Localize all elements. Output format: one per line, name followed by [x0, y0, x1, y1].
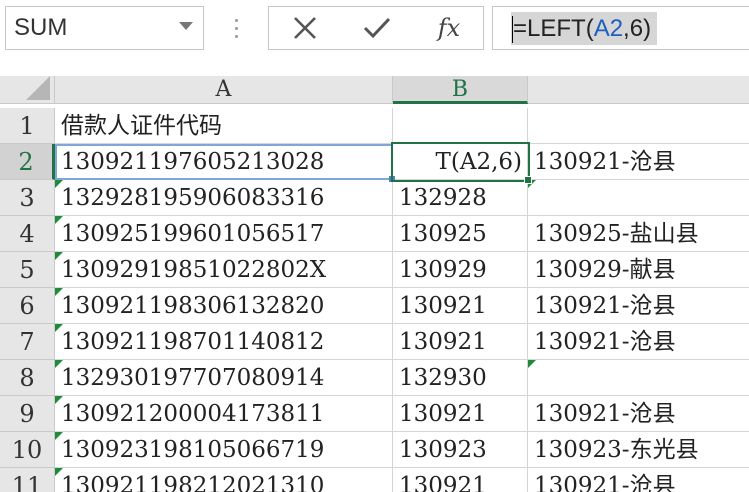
cell-b8[interactable]: 132930: [393, 360, 528, 396]
error-indicator: [55, 252, 63, 260]
cell-c10[interactable]: 130923-东光县: [528, 432, 749, 468]
error-indicator: [528, 360, 536, 368]
cell-reference: A2: [593, 15, 624, 42]
cell-c11[interactable]: 130921-沧县: [528, 468, 749, 492]
formula-buttons: fx: [268, 6, 484, 50]
row-header[interactable]: 5: [0, 252, 55, 288]
row-header[interactable]: 11: [0, 468, 55, 492]
spreadsheet-grid: A B 1 借款人证件代码 2 130921197605213028 13092…: [0, 58, 749, 492]
insert-function-button[interactable]: fx: [419, 7, 479, 49]
cancel-button[interactable]: [275, 7, 335, 49]
cell-b5[interactable]: 130929: [393, 252, 528, 288]
cell-c7[interactable]: 130921-沧县: [528, 324, 749, 360]
row-header[interactable]: 7: [0, 324, 55, 360]
error-indicator: [55, 396, 63, 404]
enter-button[interactable]: [347, 7, 407, 49]
cell-a8[interactable]: 132930197707080914: [55, 360, 393, 396]
cell-b6[interactable]: 130921: [393, 288, 528, 324]
cell-b3[interactable]: 132928: [393, 180, 528, 216]
cell-b1[interactable]: [393, 108, 528, 144]
check-icon: [363, 17, 391, 39]
cell-c5[interactable]: 130929-献县: [528, 252, 749, 288]
name-box-value: SUM: [14, 14, 68, 41]
select-all-button[interactable]: [0, 76, 55, 104]
cell-c2[interactable]: 130921-沧县: [528, 144, 749, 180]
row-header[interactable]: 8: [0, 360, 55, 396]
error-indicator: [55, 180, 63, 188]
close-icon: [294, 17, 316, 39]
cell-b4[interactable]: 130925: [393, 216, 528, 252]
column-header-b[interactable]: B: [393, 76, 528, 104]
cell-b7[interactable]: 130921: [393, 324, 528, 360]
cell-a11[interactable]: 130921198212021310: [55, 468, 393, 492]
more-options-icon[interactable]: [231, 14, 241, 44]
cell-a2[interactable]: 130921197605213028: [55, 144, 393, 180]
cell-b10[interactable]: 130923: [393, 432, 528, 468]
cell-a4[interactable]: 130925199601056517: [55, 216, 393, 252]
row-header[interactable]: 4: [0, 216, 55, 252]
error-indicator: [528, 180, 536, 188]
fx-icon: fx: [437, 14, 461, 42]
row-header[interactable]: 2: [0, 144, 55, 180]
row-header[interactable]: 10: [0, 432, 55, 468]
row-header[interactable]: 3: [0, 180, 55, 216]
cell-c6[interactable]: 130921-沧县: [528, 288, 749, 324]
column-header-c[interactable]: [528, 76, 749, 104]
cell-c8[interactable]: [528, 360, 749, 396]
cell-b11[interactable]: 130921: [393, 468, 528, 492]
row-header[interactable]: 1: [0, 108, 55, 144]
cell-a7[interactable]: 130921198701140812: [55, 324, 393, 360]
cell-a6[interactable]: 130921198306132820: [55, 288, 393, 324]
error-indicator: [55, 216, 63, 224]
row-header[interactable]: 6: [0, 288, 55, 324]
error-indicator: [55, 468, 63, 476]
row-header[interactable]: 9: [0, 396, 55, 432]
formula-bar: SUM fx =LEFT(A2,6): [0, 0, 749, 58]
text-caret: [512, 16, 513, 43]
cell-a9[interactable]: 130921200004173811: [55, 396, 393, 432]
cell-b9[interactable]: 130921: [393, 396, 528, 432]
column-header-a[interactable]: A: [55, 76, 393, 104]
cell-a1[interactable]: 借款人证件代码: [55, 108, 393, 144]
chevron-down-icon[interactable]: [179, 22, 193, 30]
cell-c9[interactable]: 130921-沧县: [528, 396, 749, 432]
cell-c3[interactable]: [528, 180, 749, 216]
error-indicator: [55, 360, 63, 368]
cell-c4[interactable]: 130925-盐山县: [528, 216, 749, 252]
formula-input[interactable]: =LEFT(A2,6): [492, 6, 749, 50]
error-indicator: [55, 324, 63, 332]
cell-a3[interactable]: 132928195906083316: [55, 180, 393, 216]
error-indicator: [55, 432, 63, 440]
name-box[interactable]: SUM: [5, 6, 204, 50]
error-indicator: [55, 288, 63, 296]
cell-a10[interactable]: 130923198105066719: [55, 432, 393, 468]
cell-a5[interactable]: 13092919851022802X: [55, 252, 393, 288]
formula-text: =LEFT(A2,6): [513, 15, 652, 42]
cell-editor[interactable]: T(A2,6): [395, 146, 526, 178]
cell-c1[interactable]: [528, 108, 749, 144]
